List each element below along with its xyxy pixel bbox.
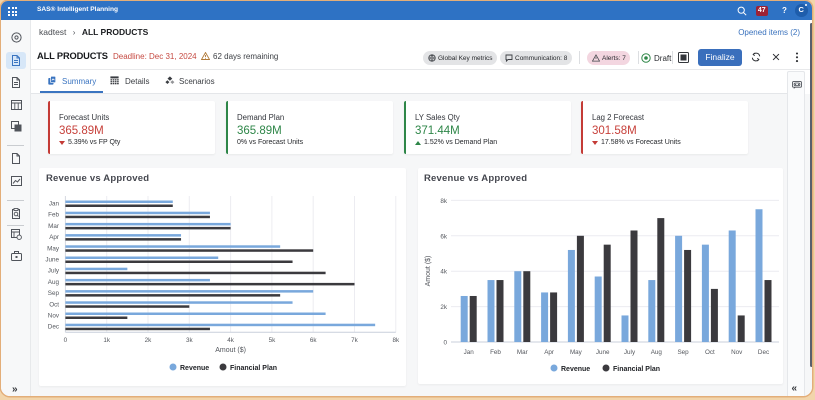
svg-text:Sep: Sep — [677, 349, 689, 356]
svg-text:Nov: Nov — [731, 349, 743, 356]
svg-text:Oct: Oct — [705, 349, 715, 356]
svg-text:3k: 3k — [186, 337, 194, 344]
svg-text:Sep: Sep — [48, 290, 60, 297]
svg-text:Amout ($): Amout ($) — [425, 256, 432, 287]
svg-text:Mar: Mar — [517, 349, 528, 356]
svg-text:July: July — [48, 268, 60, 275]
svg-text:Jan: Jan — [49, 201, 60, 208]
svg-text:1k: 1k — [103, 337, 111, 344]
svg-text:2k: 2k — [440, 304, 448, 311]
svg-text:Apr: Apr — [544, 349, 554, 356]
svg-text:May: May — [570, 349, 583, 356]
svg-text:Jan: Jan — [464, 349, 475, 356]
svg-text:8k: 8k — [392, 337, 400, 344]
svg-text:June: June — [45, 257, 59, 264]
svg-text:Apr: Apr — [49, 234, 59, 241]
svg-text:4k: 4k — [440, 269, 448, 276]
svg-text:0: 0 — [64, 337, 68, 344]
svg-text:Aug: Aug — [48, 279, 60, 286]
svg-text:Amout ($): Amout ($) — [215, 347, 246, 354]
svg-text:Revenue: Revenue — [561, 366, 590, 373]
svg-text:8k: 8k — [440, 198, 448, 205]
svg-text:Oct: Oct — [49, 301, 59, 308]
svg-text:Nov: Nov — [48, 313, 60, 320]
svg-text:0: 0 — [443, 340, 447, 347]
svg-text:June: June — [596, 349, 610, 356]
svg-text:Financial Plan: Financial Plan — [613, 366, 660, 373]
svg-text:Feb: Feb — [48, 212, 59, 219]
svg-text:Financial Plan: Financial Plan — [230, 365, 277, 372]
svg-text:Revenue vs Approved: Revenue vs Approved — [46, 173, 149, 184]
svg-text:Aug: Aug — [651, 349, 663, 356]
svg-text:Dec: Dec — [48, 324, 59, 331]
svg-text:July: July — [624, 349, 636, 356]
svg-text:Revenue: Revenue — [180, 365, 209, 372]
svg-text:6k: 6k — [310, 337, 318, 344]
svg-text:5k: 5k — [269, 337, 277, 344]
svg-text:7k: 7k — [351, 337, 359, 344]
svg-text:Feb: Feb — [490, 349, 501, 356]
svg-text:Mar: Mar — [48, 223, 59, 230]
svg-text:6k: 6k — [440, 233, 448, 240]
svg-text:2k: 2k — [145, 337, 153, 344]
svg-text:Dec: Dec — [758, 349, 769, 356]
svg-text:4k: 4k — [227, 337, 235, 344]
svg-text:May: May — [47, 245, 60, 252]
svg-text:Revenue vs Approved: Revenue vs Approved — [424, 173, 527, 184]
